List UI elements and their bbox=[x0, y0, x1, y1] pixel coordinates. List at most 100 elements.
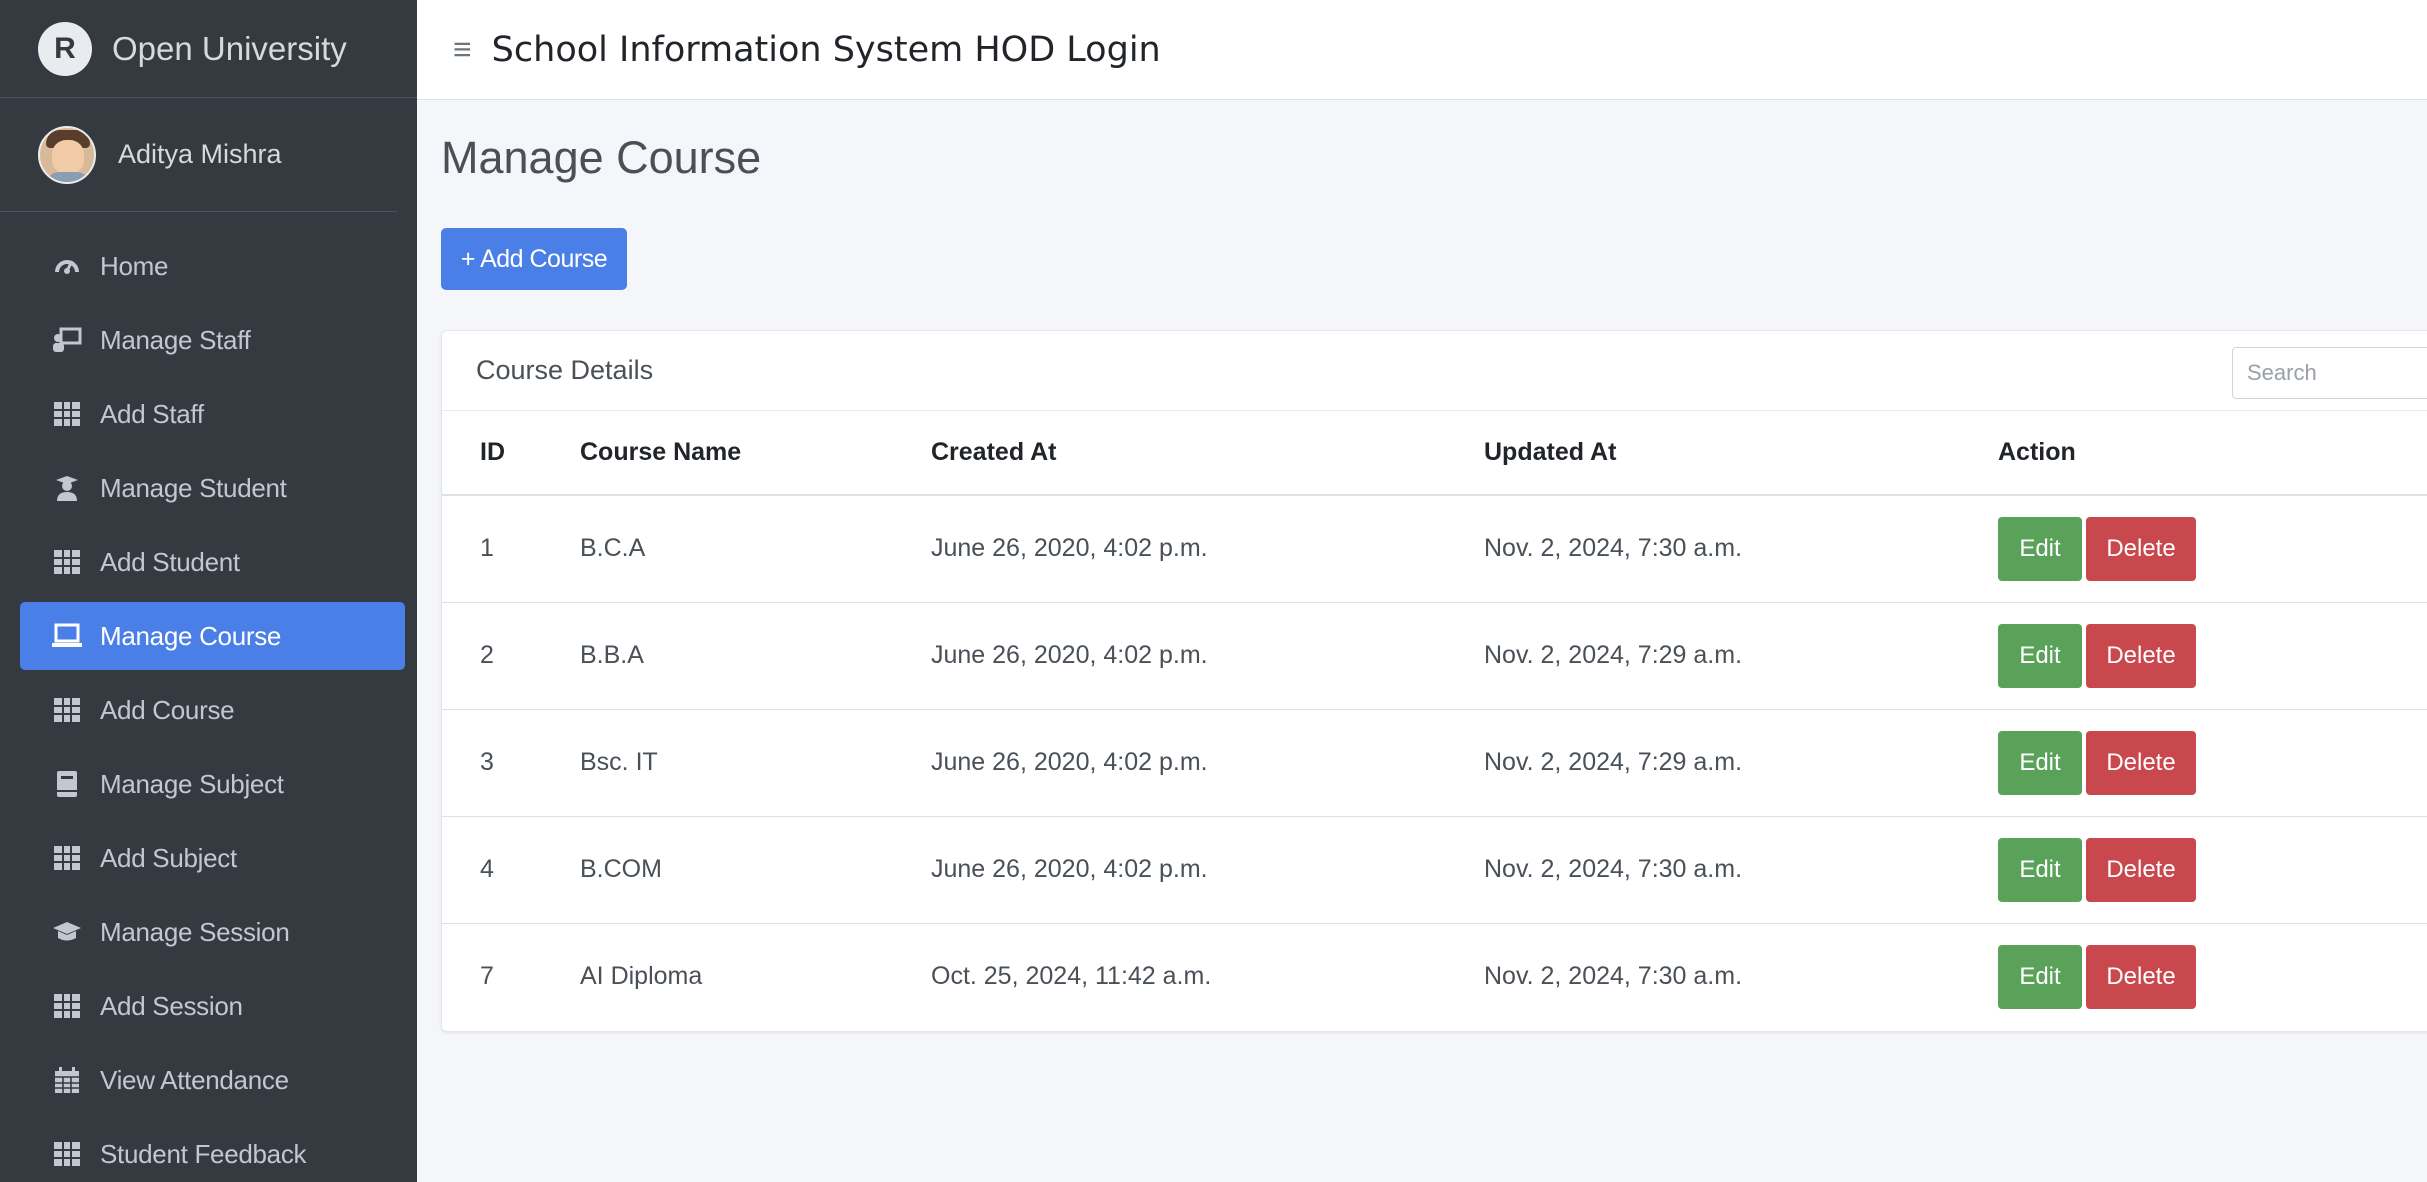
grid-icon bbox=[52, 547, 82, 577]
cell-course-name: AI Diploma bbox=[580, 962, 703, 991]
delete-button[interactable]: Delete bbox=[2086, 516, 2196, 581]
graduation-cap-icon bbox=[52, 917, 82, 947]
cell-action: Edit Delete bbox=[1998, 495, 2427, 603]
edit-button[interactable]: Edit bbox=[1998, 623, 2082, 688]
sidebar-item-label: Add Staff bbox=[100, 398, 204, 429]
cell-id: 4 bbox=[442, 816, 580, 924]
grid-icon bbox=[52, 1139, 82, 1169]
cell-updated-at: Nov. 2, 2024, 7:29 a.m. bbox=[1484, 602, 1998, 710]
user-graduate-icon bbox=[52, 473, 82, 503]
search-input[interactable] bbox=[2232, 347, 2427, 399]
table-row: 1 B.C.A June 26, 2020, 4:02 p.m. Nov. 2, 20… bbox=[442, 495, 2427, 603]
sidebar-item-label: Manage Session bbox=[100, 916, 290, 947]
grid-icon bbox=[52, 991, 82, 1021]
add-course-button[interactable]: + Add Course bbox=[441, 228, 627, 290]
cell-action: Edit Delete bbox=[1998, 816, 2427, 924]
sidebar: R Open University Aditya Mishra Home Mana… bbox=[0, 0, 417, 1182]
header-course-name: Course Name bbox=[580, 411, 931, 496]
sidebar-item-manage-student[interactable]: Manage Student bbox=[20, 454, 405, 522]
delete-button[interactable]: Delete bbox=[2086, 730, 2196, 795]
table-row: 4 B.COM June 26, 2020, 4:02 p.m. Nov. 2, 20… bbox=[442, 816, 2427, 924]
sidebar-item-add-subject[interactable]: Add Subject bbox=[20, 824, 405, 892]
sidebar-item-label: View Attendance bbox=[100, 1064, 289, 1095]
user-name: Aditya Mishra bbox=[118, 139, 282, 169]
brand-link[interactable]: R Open University bbox=[0, 0, 417, 98]
grid-icon bbox=[52, 695, 82, 725]
header-updated-at: Updated At bbox=[1484, 411, 1998, 496]
table-row: 3 Bsc. IT June 26, 2020, 4:02 p.m. Nov. 2, … bbox=[442, 709, 2427, 817]
course-details-card: Course Details ID Course Name Created At… bbox=[441, 330, 2427, 1032]
header-action: Action bbox=[1998, 411, 2427, 496]
sidebar-nav: Home Manage Staff Add Staff Manage Student A… bbox=[0, 212, 417, 1182]
edit-button[interactable]: Edit bbox=[1998, 516, 2082, 581]
sidebar-item-home[interactable]: Home bbox=[20, 232, 405, 300]
cell-created-at: June 26, 2020, 4:02 p.m. bbox=[931, 495, 1484, 603]
edit-button[interactable]: Edit bbox=[1998, 944, 2082, 1009]
cell-updated-at: Nov. 2, 2024, 7:30 a.m. bbox=[1484, 495, 1998, 603]
cell-updated-at: Nov. 2, 2024, 7:29 a.m. bbox=[1484, 709, 1998, 817]
sidebar-item-label: Student Feedback bbox=[100, 1138, 307, 1169]
edit-button[interactable]: Edit bbox=[1998, 730, 2082, 795]
book-icon bbox=[52, 769, 82, 799]
header-id: ID bbox=[442, 411, 580, 496]
sidebar-item-student-feedback[interactable]: Student Feedback bbox=[20, 1120, 405, 1182]
sidebar-item-add-session[interactable]: Add Session bbox=[20, 972, 405, 1040]
sidebar-item-label: Manage Course bbox=[100, 620, 282, 651]
cell-created-at: Oct. 25, 2024, 11:42 a.m. bbox=[931, 962, 1212, 991]
card-header: Course Details bbox=[442, 331, 2427, 411]
cell-id: 1 bbox=[442, 495, 580, 603]
brand-logo-icon: R bbox=[38, 21, 92, 76]
chalkboard-teacher-icon bbox=[52, 325, 82, 355]
sidebar-item-label: Manage Staff bbox=[100, 324, 251, 355]
sidebar-item-view-attendance[interactable]: View Attendance bbox=[20, 1046, 405, 1114]
dashboard-icon bbox=[52, 251, 82, 281]
cell-created-at: June 26, 2020, 4:02 p.m. bbox=[931, 602, 1484, 710]
sidebar-item-label: Add Subject bbox=[100, 842, 237, 873]
table-row: 2 B.B.A June 26, 2020, 4:02 p.m. Nov. 2, 20… bbox=[442, 602, 2427, 710]
cell-created-at: June 26, 2020, 4:02 p.m. bbox=[931, 816, 1484, 924]
topbar: ≡ School Information System HOD Login bbox=[417, 0, 2427, 100]
sidebar-item-manage-subject[interactable]: Manage Subject bbox=[20, 750, 405, 818]
sidebar-item-add-course[interactable]: Add Course bbox=[20, 676, 405, 744]
avatar bbox=[38, 125, 96, 184]
sidebar-item-manage-staff[interactable]: Manage Staff bbox=[20, 306, 405, 374]
table-row: 7 AI Diploma Oct. 25, 2024, 11:42 a.m. Nov.… bbox=[442, 923, 2427, 1030]
sidebar-item-manage-session[interactable]: Manage Session bbox=[20, 898, 405, 966]
sidebar-item-add-student[interactable]: Add Student bbox=[20, 528, 405, 596]
sidebar-item-add-staff[interactable]: Add Staff bbox=[20, 380, 405, 448]
cell-course-name: B.COM bbox=[580, 816, 931, 924]
sidebar-item-label: Add Course bbox=[100, 694, 235, 725]
calendar-icon bbox=[52, 1065, 82, 1095]
header-created-at: Created At bbox=[931, 411, 1484, 496]
grid-icon bbox=[52, 843, 82, 873]
sidebar-item-manage-course[interactable]: Manage Course bbox=[20, 602, 405, 670]
table-header-row: ID Course Name Created At Updated At Act… bbox=[442, 411, 2427, 496]
laptop-icon bbox=[52, 621, 82, 651]
cell-course-name: B.B.A bbox=[580, 602, 931, 710]
card-title: Course Details bbox=[476, 355, 654, 385]
edit-button[interactable]: Edit bbox=[1998, 837, 2082, 902]
delete-button[interactable]: Delete bbox=[2086, 837, 2196, 902]
cell-course-name: Bsc. IT bbox=[580, 709, 931, 817]
cell-updated-at: Nov. 2, 2024, 7:30 a.m. bbox=[1484, 962, 1743, 991]
topbar-title: School Information System HOD Login bbox=[491, 29, 1161, 70]
delete-button[interactable]: Delete bbox=[2086, 944, 2196, 1009]
cell-action: Edit Delete bbox=[1998, 709, 2427, 817]
cell-action: Edit Delete bbox=[1998, 923, 2427, 1030]
brand-name: Open University bbox=[112, 29, 347, 67]
cell-action: Edit Delete bbox=[1998, 602, 2427, 710]
sidebar-item-label: Home bbox=[100, 250, 169, 281]
grid-icon bbox=[52, 399, 82, 429]
cell-course-name: B.C.A bbox=[580, 495, 931, 603]
sidebar-item-label: Manage Student bbox=[100, 472, 287, 503]
page-title: Manage Course bbox=[441, 132, 762, 183]
sidebar-item-label: Add Session bbox=[100, 990, 243, 1021]
delete-button[interactable]: Delete bbox=[2086, 623, 2196, 688]
cell-created-at: June 26, 2020, 4:02 p.m. bbox=[931, 709, 1484, 817]
hamburger-menu-icon[interactable]: ≡ bbox=[453, 31, 472, 68]
user-panel[interactable]: Aditya Mishra bbox=[0, 98, 397, 212]
course-table: ID Course Name Created At Updated At Act… bbox=[442, 411, 2427, 1030]
cell-id: 3 bbox=[442, 709, 580, 817]
sidebar-item-label: Add Student bbox=[100, 546, 240, 577]
cell-id: 7 bbox=[480, 962, 494, 991]
